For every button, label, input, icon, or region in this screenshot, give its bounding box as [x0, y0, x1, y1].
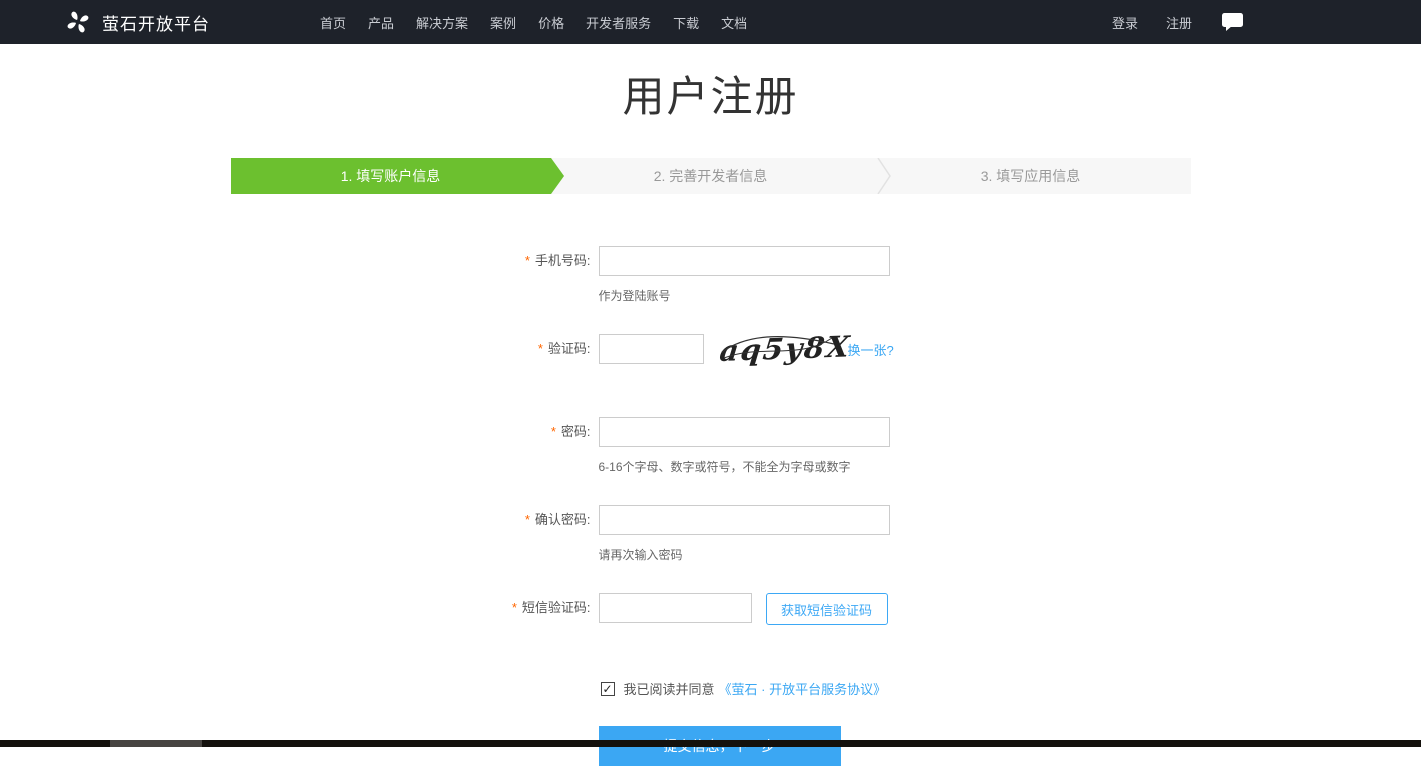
service-agreement-link[interactable]: 《萤石 · 开放平台服务协议》 [719, 679, 887, 698]
nav-item-pricing[interactable]: 价格 [527, 13, 575, 32]
agreement-text: 我已阅读并同意 [624, 679, 715, 698]
step-1-account-info: 1. 填写账户信息 [231, 158, 551, 194]
confirm-password-hint: 请再次输入密码 [599, 548, 1191, 562]
password-hint: 6-16个字母、数字或符号，不能全为字母或数字 [599, 460, 1191, 474]
step-1-label: 1. 填写账户信息 [341, 166, 441, 186]
captcha-row: *验证码: aq5y8X 换一张? [231, 334, 1191, 368]
brand[interactable]: 萤石开放平台 [65, 9, 210, 35]
password-row: *密码: [231, 417, 1191, 447]
confirm-password-label: *确认密码: [231, 505, 591, 535]
sms-code-row: *短信验证码: 获取短信验证码 [231, 593, 1191, 625]
required-mark: * [551, 424, 556, 439]
agreement-checkbox[interactable]: ✓ [601, 682, 615, 696]
registration-form: *手机号码: 作为登陆账号 *验证码: aq5y8X 换 [231, 246, 1191, 766]
brand-name: 萤石开放平台 [102, 10, 210, 35]
step-3-label: 3. 填写应用信息 [981, 166, 1081, 186]
register-link[interactable]: 注册 [1152, 13, 1206, 32]
ezviz-logo-icon [65, 9, 91, 35]
sms-code-input[interactable] [599, 593, 752, 623]
step-divider-chevron-icon [877, 158, 892, 194]
login-link[interactable]: 登录 [1098, 13, 1152, 32]
required-mark: * [538, 341, 543, 356]
sms-code-label: *短信验证码: [231, 593, 591, 623]
password-input[interactable] [599, 417, 890, 447]
captcha-label: *验证码: [231, 334, 591, 364]
nav-item-home[interactable]: 首页 [309, 13, 357, 32]
step-3-app-info: 3. 填写应用信息 [871, 158, 1191, 194]
captcha-distortion-lines-icon [720, 330, 836, 368]
required-mark: * [525, 512, 530, 527]
phone-label: *手机号码: [231, 246, 591, 276]
captcha-refresh-link[interactable]: 换一张? [848, 340, 894, 359]
phone-input[interactable] [599, 246, 890, 276]
nav-item-developer-services[interactable]: 开发者服务 [575, 13, 662, 32]
confirm-password-input[interactable] [599, 505, 890, 535]
agreement-row: ✓ 我已阅读并同意 《萤石 · 开放平台服务协议》 [601, 679, 1191, 698]
footer-strip-highlight [110, 740, 202, 747]
top-navbar: 萤石开放平台 首页 产品 解决方案 案例 价格 开发者服务 下载 文档 登录 注… [0, 0, 1421, 44]
step-wizard: 1. 填写账户信息 2. 完善开发者信息 3. 填写应用信息 [231, 158, 1191, 194]
captcha-input[interactable] [599, 334, 704, 364]
captcha-image: aq5y8X [720, 330, 836, 368]
chat-bubble-icon[interactable] [1222, 13, 1243, 31]
step-2-label: 2. 完善开发者信息 [654, 166, 768, 186]
nav-item-download[interactable]: 下载 [662, 13, 710, 32]
nav-item-products[interactable]: 产品 [357, 13, 405, 32]
phone-hint: 作为登陆账号 [599, 289, 1191, 303]
phone-row: *手机号码: [231, 246, 1191, 276]
page-title: 用户注册 [0, 72, 1421, 122]
required-mark: * [525, 253, 530, 268]
navbar-right: 登录 注册 [1098, 13, 1243, 32]
main-nav: 首页 产品 解决方案 案例 价格 开发者服务 下载 文档 [309, 13, 758, 32]
step-2-developer-info: 2. 完善开发者信息 [551, 158, 871, 194]
step-arrow [551, 158, 564, 194]
footer-strip [0, 740, 1421, 747]
nav-item-docs[interactable]: 文档 [710, 13, 758, 32]
registration-main: 用户注册 1. 填写账户信息 2. 完善开发者信息 3. 填写应用信息 *手机号… [0, 72, 1421, 766]
nav-item-solutions[interactable]: 解决方案 [405, 13, 479, 32]
password-label: *密码: [231, 417, 591, 447]
get-sms-code-button[interactable]: 获取短信验证码 [766, 593, 888, 625]
nav-item-cases[interactable]: 案例 [479, 13, 527, 32]
confirm-password-row: *确认密码: [231, 505, 1191, 535]
required-mark: * [512, 600, 517, 615]
